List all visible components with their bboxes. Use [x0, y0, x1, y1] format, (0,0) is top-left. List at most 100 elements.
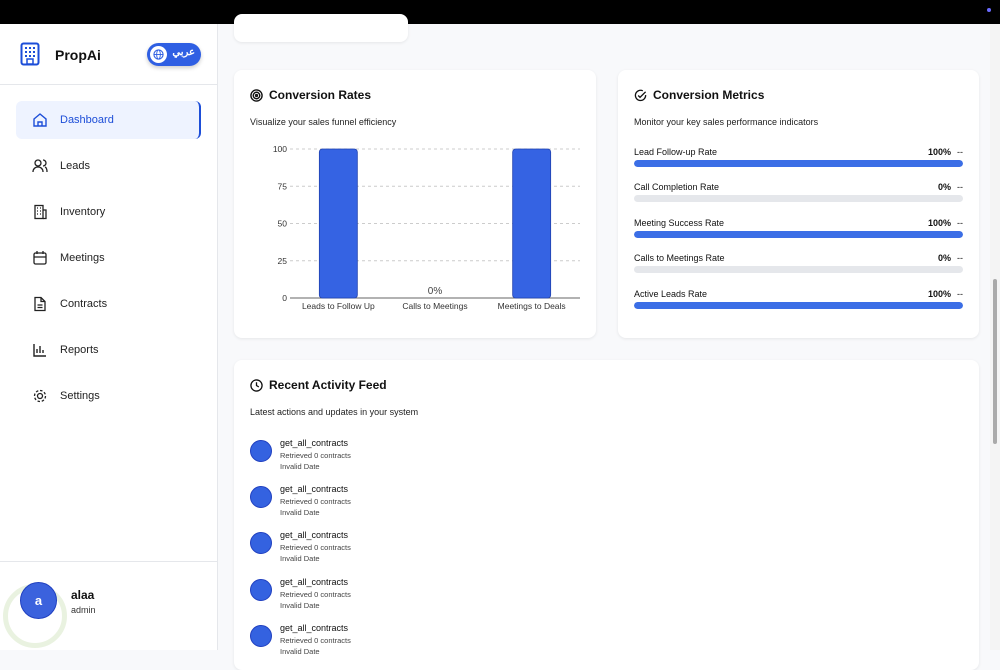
metric-progress-bar [634, 230, 963, 238]
activity-time: Invalid Date [280, 508, 320, 518]
building-icon [34, 204, 47, 220]
sidebar-nav: Dashboard Leads Inventory Meetings Contracts… [0, 85, 217, 415]
sidebar-item-label: Dashboard [60, 114, 114, 126]
metric-value: 0% [937, 182, 951, 193]
y-tick-label: 100 [273, 144, 287, 154]
activity-desc: Retrieved 0 contracts [280, 543, 351, 553]
sidebar-item-label: Leads [60, 160, 90, 172]
y-tick-label: 25 [278, 256, 288, 266]
metric-progress-bar [634, 266, 963, 274]
sidebar-item-reports[interactable]: Reports [16, 331, 201, 369]
metric-label: Meeting Success Rate [634, 217, 725, 228]
sidebar-item-leads[interactable]: Leads [16, 147, 201, 185]
activity-desc: Retrieved 0 contracts [280, 497, 351, 507]
partial-card [234, 14, 408, 42]
metric-trend: -- [957, 182, 963, 193]
sidebar: PropAi عربي Dashboard Leads Inventory Meeti… [0, 24, 218, 650]
check-circle-icon [634, 89, 647, 101]
brand-header: PropAi عربي [0, 24, 217, 85]
metric-row: Meeting Success Rate 100% -- [634, 218, 963, 248]
metric-trend: -- [957, 217, 963, 228]
activity-desc: Retrieved 0 contracts [280, 589, 351, 599]
user-profile[interactable]: a alaa admin [0, 561, 217, 650]
bar [512, 148, 552, 299]
activity-name: get_all_contracts [280, 484, 349, 495]
activity-dot-icon [250, 440, 272, 462]
activity-dot-icon [250, 486, 272, 509]
card-subtitle: Latest actions and updates in your syste… [250, 407, 419, 417]
brand-name: PropAi [55, 47, 101, 63]
activity-dot-icon [250, 532, 272, 555]
home-icon [33, 113, 47, 127]
calendar-icon [33, 251, 47, 265]
metric-row: Call Completion Rate 0% -- [634, 182, 963, 212]
users-icon [32, 159, 48, 173]
user-name: alaa [71, 588, 95, 602]
gear-icon [33, 389, 47, 403]
metric-value: 100% [927, 288, 951, 299]
sidebar-item-label: Contracts [60, 298, 108, 310]
metric-row: Lead Follow-up Rate 100% -- [634, 147, 963, 177]
status-dot [987, 8, 991, 12]
y-tick-label: 75 [278, 181, 288, 191]
x-tick-label: Meetings to Deals [498, 301, 566, 311]
activity-time: Invalid Date [280, 462, 320, 471]
activity-dot-icon [250, 624, 272, 647]
activity-feed-card: Recent Activity Feed Latest actions and … [234, 360, 979, 670]
metric-trend: -- [957, 253, 963, 264]
card-subtitle: Monitor your key sales performance indic… [634, 117, 819, 127]
activity-time: Invalid Date [280, 554, 320, 564]
bar-chart-icon [33, 344, 46, 357]
card-title: Conversion Metrics [653, 88, 765, 102]
activity-time: Invalid Date [280, 600, 320, 610]
y-tick-label: 50 [278, 219, 288, 229]
card-title: Recent Activity Feed [269, 378, 387, 392]
metric-row: Active Leads Rate 100% -- [634, 289, 963, 319]
activity-dot-icon [250, 578, 272, 601]
metric-progress-bar [634, 160, 963, 167]
metric-progress-fill [634, 160, 963, 167]
scrollbar[interactable] [990, 24, 1000, 650]
sidebar-item-dashboard[interactable]: Dashboard [16, 101, 201, 139]
sidebar-item-label: Settings [60, 390, 100, 402]
conversion-metrics-card: Conversion Metrics Monitor your key sale… [618, 70, 979, 338]
language-label: عربي [172, 47, 195, 58]
sidebar-item-contracts[interactable]: Contracts [16, 285, 201, 323]
scrollbar-thumb[interactable] [993, 279, 997, 444]
activity-name: get_all_contracts [280, 530, 349, 541]
activity-desc: Retrieved 0 contracts [280, 451, 351, 460]
metric-value: 100% [927, 217, 951, 228]
activity-time: Invalid Date [280, 646, 320, 656]
metric-row: Calls to Meetings Rate 0% -- [634, 253, 963, 283]
x-tick-label: Leads to Follow Up [302, 301, 375, 311]
sidebar-item-settings[interactable]: Settings [16, 377, 201, 415]
metric-progress-fill [634, 301, 963, 309]
activity-name: get_all_contracts [280, 576, 349, 587]
metric-progress-bar [634, 301, 963, 309]
top-bar [0, 0, 1000, 24]
sidebar-item-label: Inventory [60, 206, 106, 218]
metric-label: Call Completion Rate [634, 182, 720, 193]
metric-progress-fill [634, 230, 963, 238]
conversion-bar-chart: 0 25 50 75 100 Leads to Follow Up 0% Calls to M… [273, 144, 580, 311]
bar-data-label: 0% [428, 286, 443, 297]
x-tick-label: Calls to Meetings [402, 301, 467, 311]
activity-desc: Retrieved 0 contracts [280, 635, 351, 645]
file-icon [34, 296, 46, 312]
globe-icon [150, 46, 167, 63]
metric-progress-bar [634, 195, 963, 203]
language-toggle[interactable]: عربي [147, 43, 201, 66]
avatar: a [20, 582, 57, 619]
metric-label: Active Leads Rate [634, 288, 708, 299]
metric-value: 0% [937, 253, 951, 264]
activity-name: get_all_contracts [280, 438, 349, 448]
metric-trend: -- [957, 147, 963, 157]
metric-trend: -- [957, 288, 963, 299]
metric-label: Lead Follow-up Rate [634, 147, 718, 157]
sidebar-item-inventory[interactable]: Inventory [16, 193, 201, 231]
sidebar-item-label: Reports [60, 344, 99, 356]
building-logo-icon [20, 42, 40, 66]
user-role: admin [71, 605, 96, 615]
sidebar-item-meetings[interactable]: Meetings [16, 239, 201, 277]
clock-icon [250, 378, 263, 392]
